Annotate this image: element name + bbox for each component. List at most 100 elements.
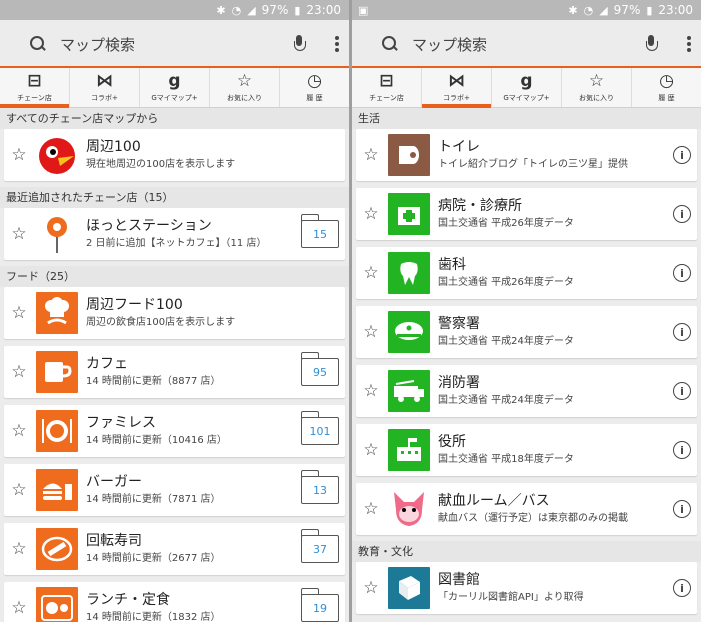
tab-g-mymap[interactable]: g Gマイマップ+: [140, 68, 210, 107]
search-bar[interactable]: マップ検索: [352, 20, 701, 68]
favorite-star-icon[interactable]: ☆: [362, 381, 380, 401]
wifi-icon: ◔: [231, 3, 242, 17]
favorite-star-icon[interactable]: ☆: [10, 421, 28, 441]
tab-history[interactable]: ◷ 履 歴: [280, 68, 349, 107]
wifi-icon: ◔: [583, 3, 594, 17]
list-item[interactable]: ☆ 歯科 国土交通省 平成26年度データ i: [356, 247, 697, 299]
burger-icon: [36, 469, 78, 511]
bluetooth-icon: ✱: [216, 3, 226, 17]
favorite-star-icon[interactable]: ☆: [362, 145, 380, 165]
info-icon[interactable]: i: [673, 441, 691, 459]
search-input[interactable]: マップ検索: [412, 34, 645, 55]
list-item[interactable]: ☆ ファミレス 14 時間前に更新（10416 店） 101: [4, 405, 345, 457]
book-icon: [388, 567, 430, 609]
plate-cutlery-icon: [36, 410, 78, 452]
list-item[interactable]: ☆ 病院・診療所 国土交通省 平成26年度データ i: [356, 188, 697, 240]
folder-count-button[interactable]: 15: [300, 214, 339, 248]
favorite-star-icon[interactable]: ☆: [10, 145, 28, 165]
tab-label: 履 歴: [658, 94, 675, 102]
favorite-star-icon[interactable]: ☆: [10, 539, 28, 559]
item-title: ファミレス: [86, 415, 156, 431]
tab-collab[interactable]: ⋈ コラボ+: [70, 68, 140, 107]
microphone-icon[interactable]: [293, 35, 306, 53]
list-item[interactable]: ☆ カフェ 14 時間前に更新（8877 店） 95: [4, 346, 345, 398]
tab-g-mymap[interactable]: g Gマイマップ+: [492, 68, 562, 107]
fire-truck-icon: [388, 370, 430, 412]
favorite-star-icon[interactable]: ☆: [362, 204, 380, 224]
list-item[interactable]: ☆ 警察署 国土交通省 平成24年度データ i: [356, 306, 697, 358]
tab-chain-store[interactable]: ⊟ チェーン店: [352, 68, 422, 107]
favorite-star-icon[interactable]: ☆: [10, 224, 28, 244]
item-title: バーガー: [86, 474, 142, 490]
overflow-menu-icon[interactable]: [335, 36, 339, 52]
coffee-cup-icon: [36, 351, 78, 393]
tab-label: チェーン店: [17, 94, 52, 102]
list-item[interactable]: ☆ ランチ・定食 14 時間前に更新（1832 店） 19: [4, 582, 345, 622]
info-icon[interactable]: i: [673, 500, 691, 518]
microphone-icon[interactable]: [645, 35, 658, 53]
favorite-star-icon[interactable]: ☆: [362, 322, 380, 342]
favorite-star-icon[interactable]: ☆: [10, 598, 28, 618]
info-icon[interactable]: i: [673, 382, 691, 400]
favorite-star-icon[interactable]: ☆: [362, 263, 380, 283]
item-title: 回転寿司: [86, 533, 142, 549]
favorite-star-icon[interactable]: ☆: [10, 362, 28, 382]
section-header: すべてのチェーン店マップから: [0, 108, 349, 129]
item-subtitle: 国土交通省 平成26年度データ: [438, 277, 574, 288]
folder-count-button[interactable]: 13: [300, 470, 339, 504]
tab-label: Gマイマップ+: [151, 94, 198, 102]
search-icon[interactable]: [30, 36, 46, 52]
item-subtitle: 「カーリル図書館API」より取得: [438, 592, 584, 603]
folder-count-button[interactable]: 101: [300, 411, 339, 445]
list-item[interactable]: ☆ 図書館 「カーリル図書館API」より取得 i: [356, 562, 697, 614]
item-title: 病院・診療所: [438, 198, 522, 214]
item-title: 警察署: [438, 316, 480, 332]
item-subtitle: 14 時間前に更新（7871 店）: [86, 494, 221, 505]
tab-label: チェーン店: [369, 94, 404, 102]
star-icon: ☆: [236, 71, 253, 91]
tab-chain-store[interactable]: ⊟ チェーン店: [0, 68, 70, 108]
search-input[interactable]: マップ検索: [60, 34, 293, 55]
police-cap-icon: [388, 311, 430, 353]
favorite-star-icon[interactable]: ☆: [10, 303, 28, 323]
handshake-icon: ⋈: [96, 71, 113, 91]
search-bar[interactable]: マップ検索: [0, 20, 349, 68]
overflow-menu-icon[interactable]: [687, 36, 691, 52]
tab-history[interactable]: ◷ 履 歴: [632, 68, 701, 107]
info-icon[interactable]: i: [673, 323, 691, 341]
list-item[interactable]: ☆ 回転寿司 14 時間前に更新（2677 店） 37: [4, 523, 345, 575]
tab-label: Gマイマップ+: [503, 94, 550, 102]
list-item[interactable]: ☆ 献血ルーム／バス 献血バス（運行予定）は東京都のみの掲載 i: [356, 483, 697, 535]
search-icon[interactable]: [382, 36, 398, 52]
list-item[interactable]: ☆ トイレ トイレ紹介ブログ「トイレの三ツ星」提供 i: [356, 129, 697, 181]
list-item[interactable]: ☆ ほっとステーション 2 日前に追加【ネットカフェ】（11 店） 15: [4, 208, 345, 260]
tab-collab[interactable]: ⋈ コラボ+: [422, 68, 492, 108]
item-title: 役所: [438, 434, 466, 450]
folder-count-button[interactable]: 95: [300, 352, 339, 386]
favorite-star-icon[interactable]: ☆: [362, 499, 380, 519]
signal-icon: ◢: [599, 3, 608, 17]
folder-count-button[interactable]: 19: [300, 588, 339, 622]
info-icon[interactable]: i: [673, 264, 691, 282]
list-item[interactable]: ☆ 周辺フード100 周辺の飲食店100店を表示します: [4, 287, 345, 339]
tab-favorites[interactable]: ☆ お気に入り: [562, 68, 632, 107]
favorite-star-icon[interactable]: ☆: [362, 578, 380, 598]
gallery-notification-icon: ▣: [358, 3, 369, 17]
info-icon[interactable]: i: [673, 205, 691, 223]
battery-level: 97%: [261, 3, 289, 17]
item-title: ランチ・定食: [86, 592, 170, 608]
favorite-star-icon[interactable]: ☆: [10, 480, 28, 500]
item-subtitle: 国土交通省 平成24年度データ: [438, 395, 574, 406]
right-screen: ▣ ✱ ◔ ◢ 97% ▮ 23:00 マップ検索 ⊟ チェーン店 ⋈ コラボ+…: [352, 0, 701, 622]
info-icon[interactable]: i: [673, 579, 691, 597]
folder-count-button[interactable]: 37: [300, 529, 339, 563]
list-item[interactable]: ☆ 周辺100 現在地周辺の100店を表示します: [4, 129, 345, 181]
tab-favorites[interactable]: ☆ お気に入り: [210, 68, 280, 107]
info-icon[interactable]: i: [673, 146, 691, 164]
list-item[interactable]: ☆ 役所 国土交通省 平成18年度データ i: [356, 424, 697, 476]
list-item[interactable]: ☆ バーガー 14 時間前に更新（7871 店） 13: [4, 464, 345, 516]
favorite-star-icon[interactable]: ☆: [362, 440, 380, 460]
list-item[interactable]: ☆ 消防署 国土交通省 平成24年度データ i: [356, 365, 697, 417]
tab-label: 履 歴: [306, 94, 323, 102]
blood-donation-mascot-icon: [388, 488, 430, 530]
